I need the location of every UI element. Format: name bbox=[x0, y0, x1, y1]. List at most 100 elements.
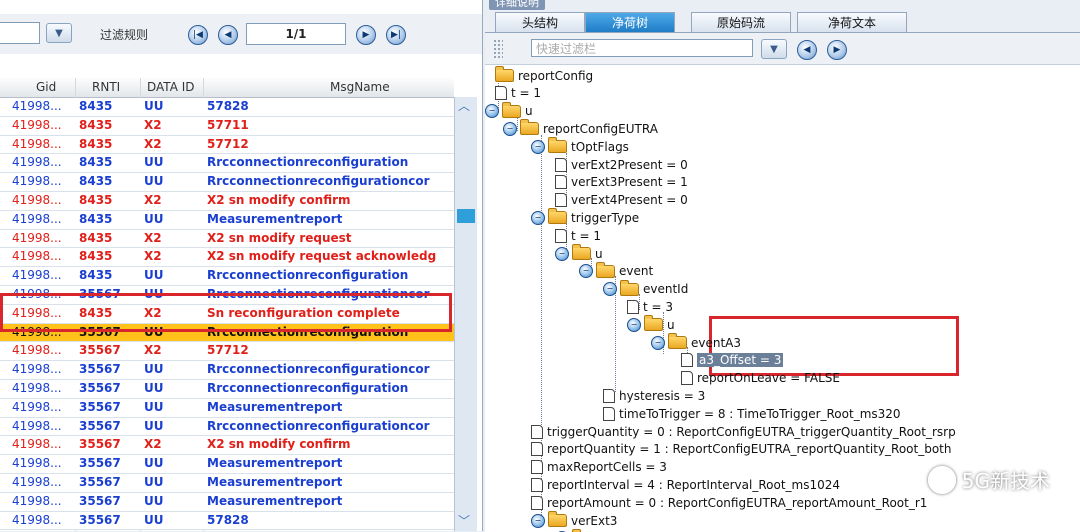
table-row[interactable]: 41998...8435UUMeasurementreport bbox=[0, 211, 454, 230]
cell-rnti: 35567 bbox=[79, 456, 139, 470]
table-row[interactable]: 41998...35567UURrcconnectionreconfigurat… bbox=[0, 380, 454, 399]
cell-dataid: UU bbox=[144, 456, 202, 470]
tree-node[interactable]: reportInterval = 4 : ReportInterval_Root… bbox=[531, 476, 840, 493]
column-header-gid[interactable]: Gid bbox=[36, 80, 56, 94]
table-row[interactable]: 41998...8435UURrcconnectionreconfigurati… bbox=[0, 267, 454, 286]
tree-node[interactable]: −event bbox=[579, 263, 653, 280]
tree-next-button[interactable]: ▶ bbox=[827, 40, 847, 60]
column-header-dataid[interactable]: DATA ID bbox=[147, 80, 195, 94]
filter-input[interactable] bbox=[0, 22, 40, 44]
cell-msg: Measurementreport bbox=[207, 475, 453, 489]
vertical-scrollbar[interactable]: ︿ ﹀ bbox=[454, 97, 477, 531]
tree-node[interactable]: −verExt3 bbox=[531, 512, 617, 529]
tree-node[interactable]: t = 1 bbox=[555, 227, 601, 244]
tree-node-label: t = 3 bbox=[643, 300, 673, 314]
table-row[interactable]: 41998...8435UU57828 bbox=[0, 98, 454, 117]
tree-node[interactable]: maxReportCells = 3 bbox=[531, 459, 667, 476]
cell-msg: 57828 bbox=[207, 99, 453, 113]
collapse-toggle-icon[interactable]: − bbox=[627, 318, 641, 332]
tree-node[interactable]: −u bbox=[627, 316, 675, 333]
tree-node-label: reportConfigEUTRA bbox=[543, 122, 658, 136]
tree-node[interactable]: reportOnLeave = FALSE bbox=[681, 370, 840, 387]
cell-gid: 41998... bbox=[12, 343, 74, 357]
table-row[interactable]: 41998...35567UUMeasurementreport bbox=[0, 399, 454, 418]
tree-node[interactable]: −triggerType bbox=[531, 209, 639, 226]
document-icon bbox=[681, 371, 693, 385]
tree-node[interactable]: hysteresis = 3 bbox=[603, 387, 705, 404]
page-indicator[interactable]: 1/1 bbox=[246, 23, 346, 45]
cell-dataid: UU bbox=[144, 174, 202, 188]
quick-filter-input[interactable]: 快速过滤栏 bbox=[531, 39, 753, 57]
tree-node[interactable]: −tOptFlags bbox=[531, 138, 629, 155]
toolbar-grip[interactable] bbox=[493, 39, 503, 59]
quick-filter-dropdown[interactable]: ▼ bbox=[761, 39, 787, 59]
collapse-toggle-icon[interactable]: − bbox=[651, 336, 665, 350]
tree-node[interactable]: −u bbox=[555, 245, 603, 262]
tree-node[interactable]: triggerQuantity = 0 : ReportConfigEUTRA_… bbox=[531, 423, 956, 440]
collapse-toggle-icon[interactable]: − bbox=[603, 282, 617, 296]
collapse-toggle-icon[interactable]: − bbox=[555, 247, 569, 261]
collapse-toggle-icon[interactable]: − bbox=[579, 264, 593, 278]
tab-payload-text[interactable]: 净荷文本 bbox=[797, 12, 907, 32]
table-row[interactable]: 41998...8435UURrcconnectionreconfigurati… bbox=[0, 173, 454, 192]
column-header-msgname[interactable]: MsgName bbox=[330, 80, 390, 94]
cell-msg: X2 sn modify confirm bbox=[207, 437, 453, 451]
table-row[interactable]: 41998...8435X2X2 sn modify confirm bbox=[0, 192, 454, 211]
cell-gid: 41998... bbox=[12, 118, 74, 132]
table-row[interactable]: 41998...35567UUMeasurementreport bbox=[0, 455, 454, 474]
tree-node[interactable]: reportAmount = 0 : ReportConfigEUTRA_rep… bbox=[531, 494, 927, 511]
tree-node[interactable]: t = 1 bbox=[495, 85, 541, 102]
table-row[interactable]: 41998...8435X2X2 sn modify request bbox=[0, 230, 454, 249]
tab-header-structure[interactable]: 头结构 bbox=[495, 12, 585, 32]
tree-node[interactable]: a3_Offset = 3 bbox=[681, 352, 783, 369]
tree-node[interactable]: timeToTrigger = 8 : TimeToTrigger_Root_m… bbox=[603, 405, 901, 422]
tree-node[interactable]: t = 3 bbox=[627, 298, 673, 315]
tree-node[interactable]: reportConfig bbox=[495, 67, 593, 84]
table-row[interactable]: 41998...35567X257712 bbox=[0, 342, 454, 361]
collapse-toggle-icon[interactable]: − bbox=[531, 211, 545, 225]
tree-prev-button[interactable]: ◀ bbox=[797, 40, 817, 60]
scroll-down-icon[interactable]: ﹀ bbox=[458, 512, 470, 529]
table-row[interactable]: 41998...35567UURrcconnectionreconfigurat… bbox=[0, 361, 454, 380]
cell-msg: X2 sn modify request acknowledg bbox=[207, 249, 453, 263]
cell-msg: Rrcconnectionreconfigurationcor bbox=[207, 174, 453, 188]
table-row[interactable]: 41998...35567UURrcconnectionreconfigurat… bbox=[0, 418, 454, 437]
filter-toolbar: ▼ 过滤规则 |◀ ◀ 1/1 ▶ ▶| bbox=[0, 14, 482, 54]
tree-node[interactable]: −eventId bbox=[603, 281, 688, 298]
table-row[interactable]: 41998...35567UUMeasurementreport bbox=[0, 493, 454, 512]
table-row[interactable]: 41998...8435X2X2 sn modify request ackno… bbox=[0, 248, 454, 267]
folder-icon bbox=[495, 69, 514, 82]
table-row[interactable]: 41998...8435UURrcconnectionreconfigurati… bbox=[0, 154, 454, 173]
collapse-toggle-icon[interactable]: − bbox=[503, 122, 517, 136]
collapse-toggle-icon[interactable]: − bbox=[485, 104, 499, 118]
tree-node[interactable]: verExt2Present = 0 bbox=[555, 156, 688, 173]
table-row[interactable]: 41998...35567UU57828 bbox=[0, 512, 454, 531]
tab-payload-tree[interactable]: 净荷树 bbox=[585, 12, 675, 32]
scrollbar-thumb[interactable] bbox=[457, 209, 475, 223]
tree-node[interactable]: −eventA3 bbox=[651, 334, 741, 351]
collapse-toggle-icon[interactable]: − bbox=[531, 514, 545, 528]
scroll-up-icon[interactable]: ︿ bbox=[458, 97, 470, 114]
filter-dropdown-button[interactable]: ▼ bbox=[46, 23, 72, 43]
table-row[interactable]: 41998...8435X257711 bbox=[0, 117, 454, 136]
tree-node[interactable]: verExt3Present = 1 bbox=[555, 174, 688, 191]
tree-node[interactable]: verExt4Present = 0 bbox=[555, 192, 688, 209]
next-page-button[interactable]: ▶ bbox=[356, 25, 376, 45]
cell-dataid: UU bbox=[144, 99, 202, 113]
last-page-button[interactable]: ▶| bbox=[386, 25, 406, 45]
table-row[interactable]: 41998...35567UUMeasurementreport bbox=[0, 474, 454, 493]
tree-node[interactable]: reportQuantity = 1 : ReportConfigEUTRA_r… bbox=[531, 441, 952, 458]
column-header-rnti[interactable]: RNTI bbox=[92, 80, 120, 94]
prev-page-button[interactable]: ◀ bbox=[218, 25, 238, 45]
table-row[interactable]: 41998...8435X257712 bbox=[0, 136, 454, 155]
prev-page-icon: ◀ bbox=[225, 31, 232, 40]
tree-node[interactable]: − reportConfigEUTRA bbox=[503, 120, 658, 137]
first-page-button[interactable]: |◀ bbox=[188, 25, 208, 45]
collapse-toggle-icon[interactable]: − bbox=[531, 140, 545, 154]
chevron-down-icon: ▼ bbox=[55, 28, 63, 39]
table-row[interactable]: 41998...35567X2X2 sn modify confirm bbox=[0, 436, 454, 455]
tree-node[interactable]: −u bbox=[485, 103, 533, 120]
tab-raw-stream[interactable]: 原始码流 bbox=[691, 12, 791, 32]
folder-icon bbox=[572, 247, 591, 260]
message-list-panel: ▼ 过滤规则 |◀ ◀ 1/1 ▶ ▶| Gid RNTI DATA ID Ms… bbox=[0, 0, 483, 531]
